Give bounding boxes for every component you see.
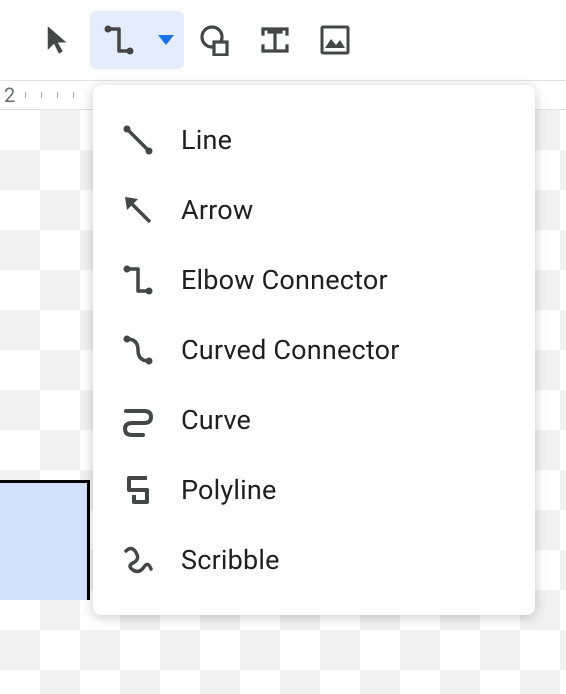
menu-item-curve[interactable]: Curve (93, 389, 535, 451)
selected-shape[interactable] (0, 480, 90, 600)
menu-item-label: Line (181, 124, 232, 156)
menu-item-curved[interactable]: Curved Connector (93, 319, 535, 381)
menu-item-label: Curved Connector (181, 334, 400, 366)
shape-tool[interactable] (186, 11, 244, 69)
menu-item-scribble[interactable]: Scribble (93, 529, 535, 591)
cursor-icon (46, 25, 72, 55)
line-dropdown-menu: Line Arrow Elbow Connector Curved Connec… (93, 85, 535, 615)
line-tool[interactable] (90, 11, 148, 69)
image-tool[interactable] (306, 11, 364, 69)
curve-icon (121, 403, 155, 437)
line-tool-group (90, 11, 184, 69)
menu-item-label: Scribble (181, 544, 280, 576)
menu-item-polyline[interactable]: Polyline (93, 459, 535, 521)
elbow-icon (121, 263, 155, 297)
menu-item-arrow[interactable]: Arrow (93, 179, 535, 241)
scribble-icon (121, 543, 155, 577)
textbox-tool[interactable] (246, 11, 304, 69)
line-tool-dropdown[interactable] (148, 11, 184, 69)
menu-item-line[interactable]: Line (93, 109, 535, 171)
ruler-number: 2 (4, 83, 15, 107)
menu-item-elbow[interactable]: Elbow Connector (93, 249, 535, 311)
menu-item-label: Polyline (181, 474, 277, 506)
menu-item-label: Arrow (181, 194, 253, 226)
menu-item-label: Curve (181, 404, 251, 436)
toolbar (0, 0, 566, 80)
curved-connector-icon (121, 333, 155, 367)
menu-item-label: Elbow Connector (181, 264, 388, 296)
arrow-icon (121, 193, 155, 227)
select-tool[interactable] (30, 11, 88, 69)
image-icon (319, 24, 351, 56)
line-icon (121, 123, 155, 157)
caret-down-icon (158, 35, 174, 45)
textbox-icon (259, 24, 291, 56)
polyline-icon (121, 473, 155, 507)
shape-icon (199, 24, 231, 56)
elbow-connector-icon (103, 24, 135, 56)
